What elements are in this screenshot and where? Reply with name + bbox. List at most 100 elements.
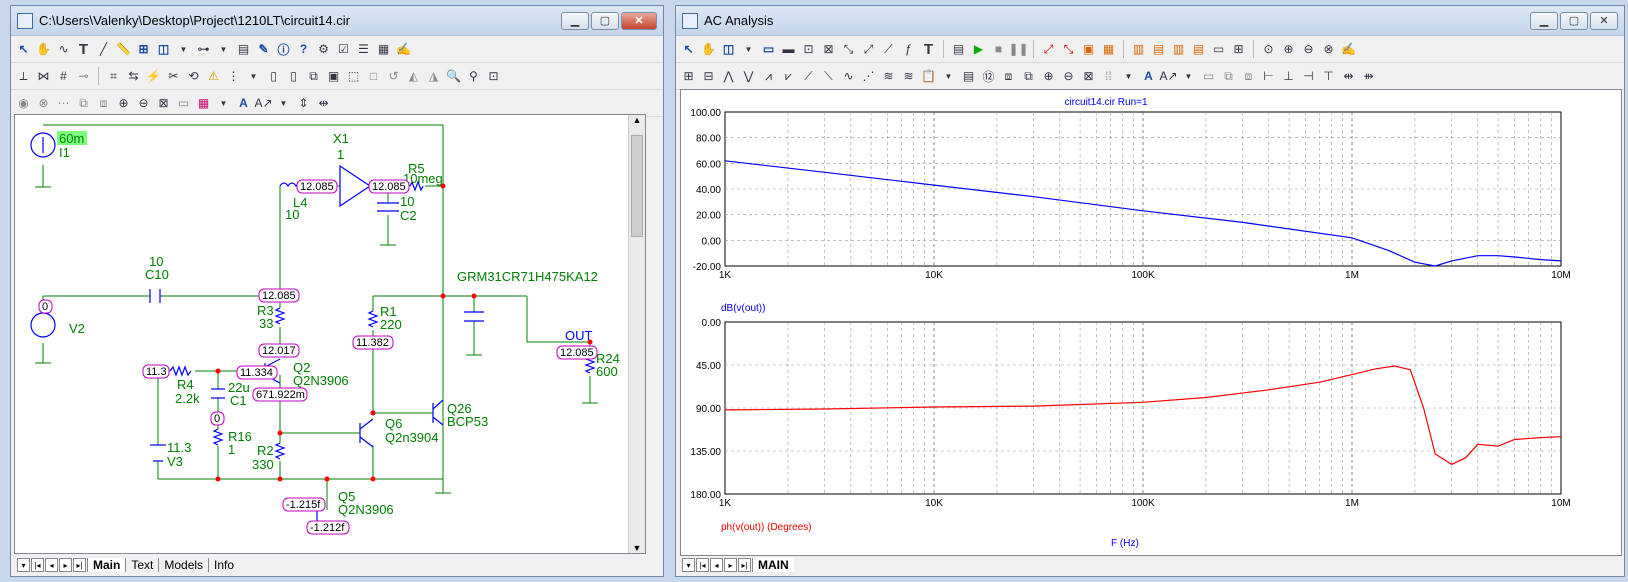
component-icon[interactable]: ⊞ xyxy=(135,41,152,58)
frame-icon[interactable]: ⬚ xyxy=(345,68,362,85)
number-icon[interactable]: ⑫ xyxy=(980,68,997,85)
grid-dots-icon[interactable]: ⋮ xyxy=(225,68,242,85)
style-icon[interactable]: A↗ xyxy=(1159,68,1177,85)
cells-icon[interactable]: ⁞⁞ xyxy=(1100,68,1117,85)
zoom-x-icon[interactable]: ⊙ xyxy=(1260,41,1277,58)
pen-icon[interactable]: ✎ xyxy=(255,41,272,58)
grid-y-icon[interactable]: ⊟ xyxy=(700,68,717,85)
dropdown-icon-5[interactable]: ▼ xyxy=(275,95,292,112)
zoom-out-icon[interactable]: ⊖ xyxy=(135,95,152,112)
pause-icon[interactable]: ❚❚ xyxy=(1008,41,1028,58)
align-icon[interactable]: ⇕ xyxy=(295,95,312,112)
ungroup-icon[interactable]: ⧈ xyxy=(1240,68,1257,85)
wire-icon[interactable]: ∿ xyxy=(55,41,72,58)
color-icon[interactable]: ▦ xyxy=(195,95,212,112)
tokens-icon-2[interactable]: ⧉ xyxy=(1020,68,1037,85)
page-icon-2[interactable]: ▯ xyxy=(285,68,302,85)
help-icon[interactable]: ? xyxy=(295,41,312,58)
dropdown-icon-4[interactable]: ▼ xyxy=(1180,68,1197,85)
tab-nav-next-icon[interactable]: ▸ xyxy=(59,558,72,572)
properties-icon[interactable]: ▤ xyxy=(950,41,967,58)
flip-icon[interactable]: ⇆ xyxy=(125,68,142,85)
maximize-button[interactable]: ▢ xyxy=(591,11,619,30)
clipboard-icon[interactable]: 📋 xyxy=(920,68,937,85)
stop-icon[interactable]: ⊗ xyxy=(35,95,52,112)
grid-icon[interactable]: ⌗ xyxy=(105,68,122,85)
restore-button[interactable]: ▢ xyxy=(1560,11,1588,30)
window-icon[interactable]: ⊡ xyxy=(485,68,502,85)
curve-icon-2[interactable]: ≋ xyxy=(900,68,917,85)
pan-icon[interactable]: ✋ xyxy=(35,41,52,58)
align-center-icon[interactable]: ⊥ xyxy=(1280,68,1297,85)
info-icon[interactable]: ⓘ xyxy=(275,41,292,58)
peak-find-icon[interactable]: ⩘ xyxy=(760,68,777,85)
wire-pen-icon[interactable]: ⚡ xyxy=(145,68,162,85)
dropdown-icon-2[interactable]: ▼ xyxy=(215,41,232,58)
dropdown-icon-3[interactable]: ▼ xyxy=(1120,68,1137,85)
distribute-icon[interactable]: ⇹ xyxy=(1340,68,1357,85)
low-icon[interactable]: ⟍ xyxy=(820,68,837,85)
pan-icon[interactable]: ✋ xyxy=(700,41,717,58)
tab-nav-next-icon[interactable]: ▸ xyxy=(724,558,737,572)
mirror-icon-2[interactable]: ◮ xyxy=(425,68,442,85)
font-icon[interactable]: A xyxy=(235,95,252,112)
palette-icon[interactable]: ▣ xyxy=(325,68,342,85)
zoom-out-icon-2[interactable]: ⊖ xyxy=(1060,68,1077,85)
formula-icon[interactable]: ƒ xyxy=(900,41,917,58)
tab-main[interactable]: MAIN xyxy=(752,558,794,572)
list-icon[interactable]: ▤ xyxy=(960,68,977,85)
mirror-icon[interactable]: ◭ xyxy=(405,68,422,85)
node-icon[interactable]: ⊶ xyxy=(195,41,212,58)
inflect-icon[interactable]: ∿ xyxy=(840,68,857,85)
select-icon[interactable]: ↖ xyxy=(15,41,32,58)
edit-icon[interactable]: ✍ xyxy=(1340,41,1357,58)
binoculars-icon[interactable]: ⚲ xyxy=(465,68,482,85)
minimize-button[interactable]: ▁ xyxy=(1530,11,1558,30)
warning-icon[interactable]: ⚠ xyxy=(205,68,222,85)
tab-nav-last-icon[interactable]: ▸| xyxy=(73,558,86,572)
tab-nav-prev-icon[interactable]: ◂ xyxy=(45,558,58,572)
page-icon[interactable]: ▯ xyxy=(265,68,282,85)
high-icon[interactable]: ⟋ xyxy=(800,68,817,85)
align-left-icon[interactable]: ⊢ xyxy=(1260,68,1277,85)
table-icon[interactable]: ▦ xyxy=(375,41,392,58)
probe-icon[interactable]: ⚙ xyxy=(315,41,332,58)
tab-info[interactable]: Info xyxy=(208,558,239,572)
zoom-fit-icon[interactable]: ⊠ xyxy=(1080,68,1097,85)
stop-icon[interactable]: ■ xyxy=(990,41,1007,58)
macro-icon[interactable]: ◫ xyxy=(155,41,172,58)
distribute-icon-2[interactable]: ⇻ xyxy=(1360,68,1377,85)
attribute-icon[interactable]: ⊸ xyxy=(75,68,92,85)
print-icon[interactable]: ▭ xyxy=(1200,68,1217,85)
align-top-icon[interactable]: ⊤ xyxy=(1320,68,1337,85)
tab-nav-down-icon[interactable]: ▾ xyxy=(682,558,695,572)
cursor-icon[interactable]: ⤢ xyxy=(1040,41,1057,58)
vertical-scrollbar[interactable]: ▲ ▼ xyxy=(628,115,645,553)
minimize-button[interactable]: ▁ xyxy=(561,11,589,30)
dropdown-icon[interactable]: ▼ xyxy=(740,41,757,58)
pin-icon[interactable]: ⟂ xyxy=(15,68,32,85)
valley-find-icon[interactable]: ⩗ xyxy=(780,68,797,85)
netlist-icon[interactable]: ▤ xyxy=(235,41,252,58)
zoom-all-icon[interactable]: ⊗ xyxy=(1320,41,1337,58)
tag-icon-2[interactable]: ⤢ xyxy=(860,41,877,58)
graph-icon-2[interactable]: ▬ xyxy=(780,41,797,58)
plot-prev-icon[interactable]: ⋁ xyxy=(740,68,757,85)
box-icon[interactable]: □ xyxy=(365,68,382,85)
tab-nav-down-icon[interactable]: ▾ xyxy=(17,558,30,572)
tag-icon[interactable]: ⤡ xyxy=(840,41,857,58)
tab-nav-prev-icon[interactable]: ◂ xyxy=(710,558,723,572)
tokens-icon[interactable]: ⧈ xyxy=(1000,68,1017,85)
font-icon[interactable]: A xyxy=(1140,68,1157,85)
cursor-icon-2[interactable]: ⤡ xyxy=(1060,41,1077,58)
node-number-icon[interactable]: # xyxy=(55,68,72,85)
tab-models[interactable]: Models xyxy=(158,558,208,572)
split-icon[interactable]: ▭ xyxy=(1210,41,1227,58)
close-button[interactable]: ✕ xyxy=(1590,11,1618,30)
dropdown-icon-3[interactable]: ▼ xyxy=(245,68,262,85)
dropdown-icon-2[interactable]: ▼ xyxy=(940,68,957,85)
dropdown-icon[interactable]: ▼ xyxy=(175,41,192,58)
close-button[interactable]: ✕ xyxy=(621,11,657,30)
rotate-icon[interactable]: ⟲ xyxy=(185,68,202,85)
slope-find-icon[interactable]: ⋰ xyxy=(860,68,877,85)
